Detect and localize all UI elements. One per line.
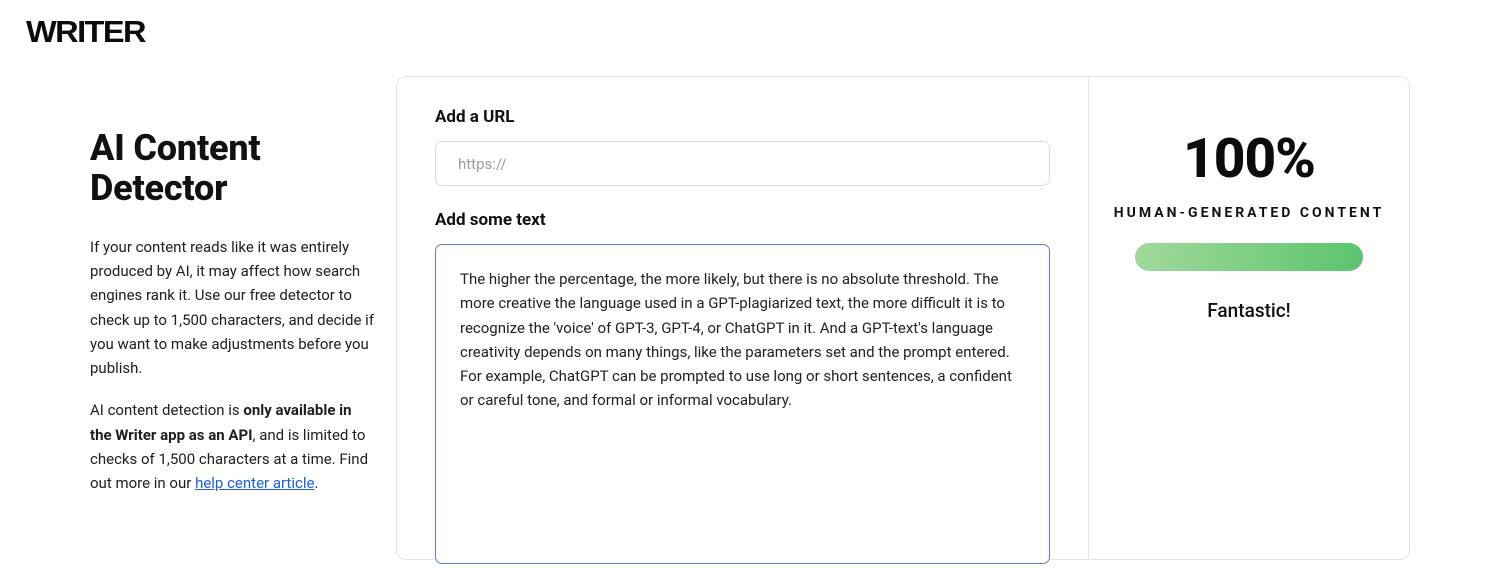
- input-panel: Add a URL Add some text: [397, 77, 1089, 559]
- detector-card: Add a URL Add some text 100% HUMAN-GENER…: [396, 76, 1410, 560]
- para2-pre: AI content detection is: [90, 401, 243, 419]
- score-comment: Fantastic!: [1207, 299, 1290, 322]
- text-input[interactable]: [435, 244, 1050, 564]
- help-center-link[interactable]: help center article: [195, 474, 314, 492]
- url-input[interactable]: [435, 141, 1050, 186]
- page-title: AI Content Detector: [90, 128, 375, 209]
- intro-paragraph-1: If your content reads like it was entire…: [90, 235, 375, 381]
- text-label: Add some text: [435, 210, 1050, 230]
- sidebar-copy: AI Content Detector If your content read…: [90, 128, 375, 514]
- url-label: Add a URL: [435, 107, 1050, 127]
- para2-post: .: [314, 474, 318, 492]
- score-bar: [1135, 243, 1363, 271]
- brand-logo: WRITER: [26, 14, 145, 50]
- score-percent: 100%: [1183, 132, 1315, 187]
- result-panel: 100% HUMAN-GENERATED CONTENT Fantastic!: [1089, 77, 1409, 559]
- intro-paragraph-2: AI content detection is only available i…: [90, 398, 375, 495]
- score-label: HUMAN-GENERATED CONTENT: [1114, 205, 1385, 221]
